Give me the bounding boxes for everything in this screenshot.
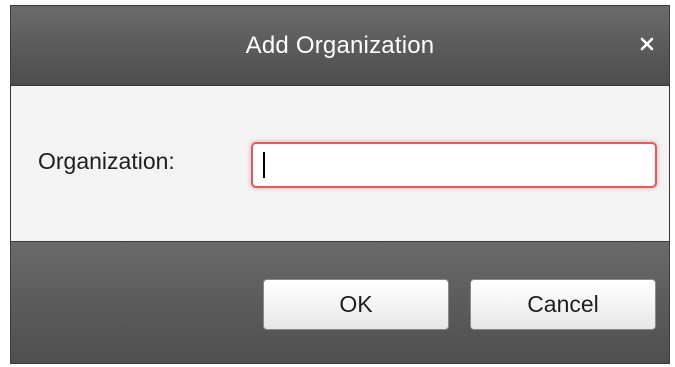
organization-input[interactable] [251,142,657,188]
add-organization-dialog: Add Organization Organization: OK Cancel [10,5,670,364]
dialog-titlebar[interactable]: Add Organization [11,6,669,86]
cancel-button[interactable]: Cancel [470,279,656,330]
dialog-content: Organization: [11,86,669,241]
dialog-footer: OK Cancel [11,241,669,363]
dialog-title: Add Organization [245,32,435,59]
close-icon-graphic [640,37,654,51]
text-caret [263,152,265,178]
organization-label: Organization: [38,148,175,174]
close-icon[interactable] [635,32,659,56]
ok-button[interactable]: OK [263,279,449,330]
